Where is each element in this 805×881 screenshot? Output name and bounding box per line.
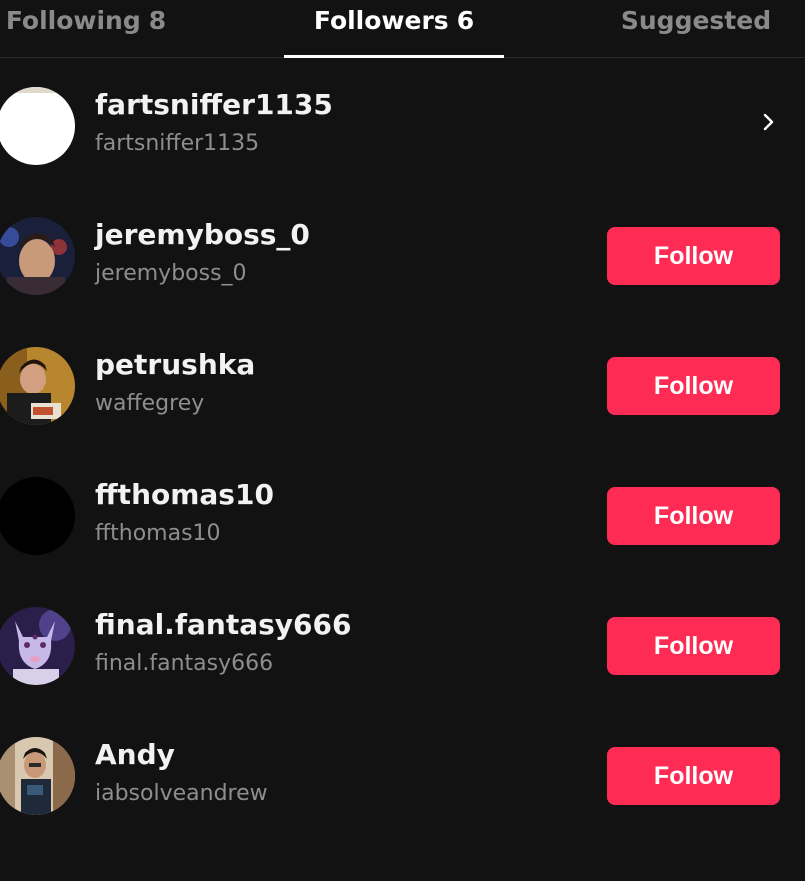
avatar-image	[0, 737, 75, 815]
list-item[interactable]: petrushka waffegrey Follow	[0, 318, 805, 448]
avatar[interactable]	[0, 217, 75, 295]
tab-following-count: 8	[148, 6, 167, 35]
list-item[interactable]: Andy iabsolveandrew Follow	[0, 708, 805, 838]
tab-bar: Following 8 Followers 6 Suggested	[0, 0, 805, 58]
list-item[interactable]: fartsniffer1135 fartsniffer1135	[0, 58, 805, 188]
display-name[interactable]: fartsniffer1135	[95, 88, 333, 121]
tab-suggested-label: Suggested	[620, 6, 772, 35]
display-name[interactable]: final.fantasy666	[95, 608, 351, 641]
tab-following-label: Following	[5, 6, 141, 35]
avatar[interactable]	[0, 347, 75, 425]
tab-followers-count: 6	[456, 6, 475, 35]
avatar-image	[0, 607, 75, 685]
username: ffthomas10	[95, 521, 221, 546]
display-name[interactable]: ffthomas10	[95, 478, 274, 511]
avatar-image	[0, 217, 75, 295]
list-item[interactable]: ffthomas10 ffthomas10 Follow	[0, 448, 805, 578]
list-item[interactable]: final.fantasy666 final.fantasy666 Follow	[0, 578, 805, 708]
display-name[interactable]: Andy	[95, 738, 175, 771]
avatar[interactable]	[0, 737, 75, 815]
avatar[interactable]	[0, 477, 75, 555]
avatar[interactable]	[0, 607, 75, 685]
avatar-image	[0, 477, 75, 555]
username: iabsolveandrew	[95, 781, 268, 806]
tab-followers[interactable]: Followers 6	[284, 0, 504, 58]
username: fartsniffer1135	[95, 131, 260, 156]
display-name[interactable]: petrushka	[95, 348, 255, 381]
tab-following[interactable]: Following 8	[0, 0, 172, 58]
username: final.fantasy666	[95, 651, 274, 676]
follow-button[interactable]: Follow	[607, 617, 780, 675]
list-item[interactable]: jeremyboss_0 jeremyboss_0 Follow	[0, 188, 805, 318]
follow-button[interactable]: Follow	[607, 227, 780, 285]
chevron-right-icon[interactable]	[756, 110, 780, 134]
follow-button[interactable]: Follow	[607, 747, 780, 805]
follow-button[interactable]: Follow	[607, 487, 780, 545]
follow-button[interactable]: Follow	[607, 357, 780, 415]
tab-suggested[interactable]: Suggested	[600, 0, 792, 58]
avatar-image	[0, 87, 75, 165]
avatar[interactable]	[0, 87, 75, 165]
avatar-image	[0, 347, 75, 425]
username: jeremyboss_0	[95, 261, 247, 286]
display-name[interactable]: jeremyboss_0	[95, 218, 310, 251]
username: waffegrey	[95, 391, 205, 416]
tab-followers-label: Followers	[313, 6, 449, 35]
